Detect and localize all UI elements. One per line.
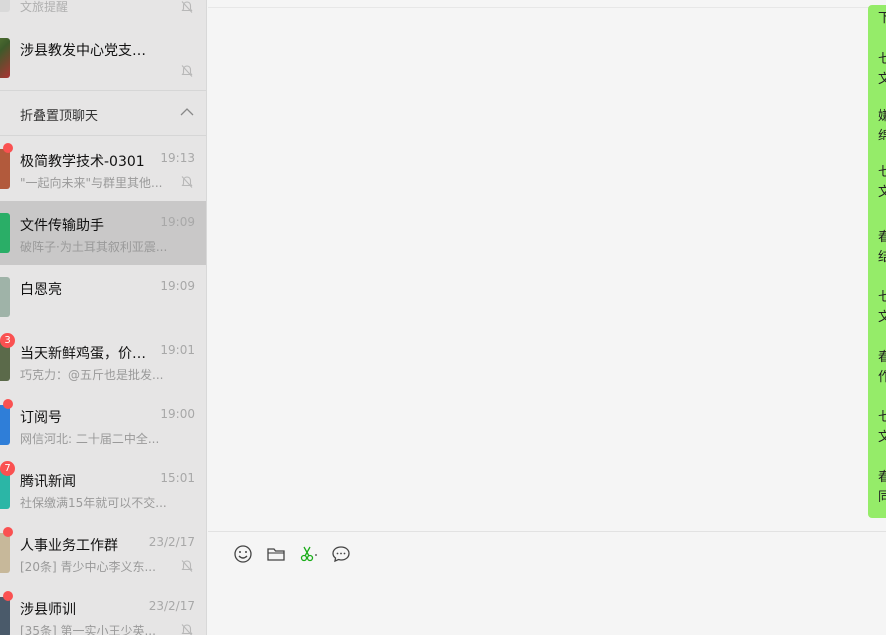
emoji-icon[interactable] xyxy=(232,543,254,565)
chat-name: 腾讯新闻 xyxy=(20,474,76,490)
message-text-fragment: 同 xyxy=(878,490,886,505)
avatar xyxy=(0,149,10,189)
chat-preview: [20条] 青少中心李义东... xyxy=(20,560,156,574)
chat-time: 19:09 xyxy=(160,215,195,229)
mute-icon xyxy=(181,560,193,572)
chat-item[interactable]: 文件传输助手 19:09 破阵子·为土耳其叙利亚震... xyxy=(0,201,206,265)
unread-dot xyxy=(3,143,13,153)
chat-time: 15:01 xyxy=(160,471,195,485)
message-text-fragment: 下 xyxy=(878,11,886,26)
chat-item[interactable]: 极简教学技术-0301 19:13 "一起向未来"与群里其他... xyxy=(0,137,206,201)
chat-name: 文件传输助手 xyxy=(20,218,104,234)
chat-preview: [35条] 第一实小王少英... xyxy=(20,624,156,635)
chat-name: 白恩亮 xyxy=(20,282,62,298)
chat-history-icon[interactable] xyxy=(330,543,352,565)
mute-icon xyxy=(181,624,193,635)
chat-name: 涉县教发中心党支部群 xyxy=(20,43,155,59)
message-bubble[interactable]: 下七文嫌绵七文春结七文春作七文春同 xyxy=(868,5,886,518)
chat-preview: 巧克力：@五斤也是批发... xyxy=(20,368,164,382)
avatar xyxy=(0,0,10,12)
mute-icon xyxy=(181,176,193,188)
unread-dot xyxy=(3,527,13,537)
chat-time: 19:13 xyxy=(160,151,195,165)
message-text-fragment: 七 xyxy=(878,52,886,67)
chat-name: 极简教学技术-0301 xyxy=(20,154,145,170)
message-text-fragment: 春 xyxy=(878,350,886,365)
chat-item[interactable]: 涉县师训 23/2/17 [35条] 第一实小王少英... xyxy=(0,585,206,635)
chat-preview: 破阵子·为土耳其叙利亚震... xyxy=(20,240,168,254)
fold-pinned-chats[interactable]: 折叠置顶聊天 xyxy=(0,90,206,136)
chat-preview: 社保缴满15年就可以不交... xyxy=(20,496,167,510)
chat-time: 19:00 xyxy=(160,407,195,421)
header-divider xyxy=(208,7,886,8)
chat-item[interactable]: 订阅号 19:00 网信河北: 二十届二中全... xyxy=(0,393,206,457)
chat-name: 订阅号 xyxy=(20,410,62,426)
unread-dot xyxy=(3,591,13,601)
mute-icon xyxy=(181,65,193,77)
message-text-fragment: 文 xyxy=(878,310,886,325)
avatar xyxy=(0,597,10,635)
chat-item-partial[interactable]: 文旅提醒 xyxy=(0,0,206,24)
message-text-fragment: 文 xyxy=(878,430,886,445)
chat-item-top[interactable]: 涉县教发中心党支部群 xyxy=(0,26,206,90)
chevron-up-icon[interactable] xyxy=(180,107,194,117)
chat-item[interactable]: 7 腾讯新闻 15:01 社保缴满15年就可以不交... xyxy=(0,457,206,521)
chat-item[interactable]: 人事业务工作群 23/2/17 [20条] 青少中心李义东... xyxy=(0,521,206,585)
mute-icon xyxy=(181,1,193,13)
chat-time: 19:09 xyxy=(160,279,195,293)
unread-count-badge: 7 xyxy=(0,461,15,476)
avatar xyxy=(0,38,10,78)
chat-item[interactable]: 3 当天新鲜鸡蛋，价格... 19:01 巧克力：@五斤也是批发... xyxy=(0,329,206,393)
chat-time: 23/2/17 xyxy=(148,599,195,613)
message-text-fragment: 春 xyxy=(878,470,886,485)
unread-count-badge: 3 xyxy=(0,333,15,348)
chat-time: 23/2/17 xyxy=(148,535,195,549)
chat-pane: 下七文嫌绵七文春结七文春作七文春同 xyxy=(208,0,886,635)
input-divider xyxy=(208,531,886,532)
chat-item-partial-label: 文旅提醒 xyxy=(20,0,69,14)
avatar xyxy=(0,405,10,445)
message-text-fragment: 嫌 xyxy=(878,109,886,124)
avatar xyxy=(0,213,10,253)
avatar xyxy=(0,533,10,573)
chat-time: 19:01 xyxy=(160,343,195,357)
chat-name: 当天新鲜鸡蛋，价格... xyxy=(20,346,155,362)
chat-item[interactable]: 白恩亮 19:09 xyxy=(0,265,206,329)
avatar xyxy=(0,277,10,317)
message-text-fragment: 绵 xyxy=(878,129,886,144)
fold-pinned-label: 折叠置顶聊天 xyxy=(20,109,99,124)
chat-preview: "一起向未来"与群里其他... xyxy=(20,176,163,190)
chat-name: 人事业务工作群 xyxy=(20,538,118,554)
chat-list-sidebar: 文旅提醒 涉县教发中心党支部群 折叠置顶聊天 极简教学技术-0301 19:13 "… xyxy=(0,0,207,635)
message-text-fragment: 结 xyxy=(878,250,886,265)
message-text-fragment: 作 xyxy=(878,370,886,385)
message-text-fragment: 七 xyxy=(878,410,886,425)
message-text-fragment: 文 xyxy=(878,72,886,87)
message-text-fragment: 文 xyxy=(878,185,886,200)
scissors-icon[interactable] xyxy=(297,543,319,565)
folder-icon[interactable] xyxy=(265,543,287,565)
message-text-fragment: 七 xyxy=(878,290,886,305)
message-text-fragment: 春 xyxy=(878,230,886,245)
chat-name: 涉县师训 xyxy=(20,602,76,618)
message-text-fragment: 七 xyxy=(878,165,886,180)
unread-dot xyxy=(3,399,13,409)
chat-preview: 网信河北: 二十届二中全... xyxy=(20,432,160,446)
